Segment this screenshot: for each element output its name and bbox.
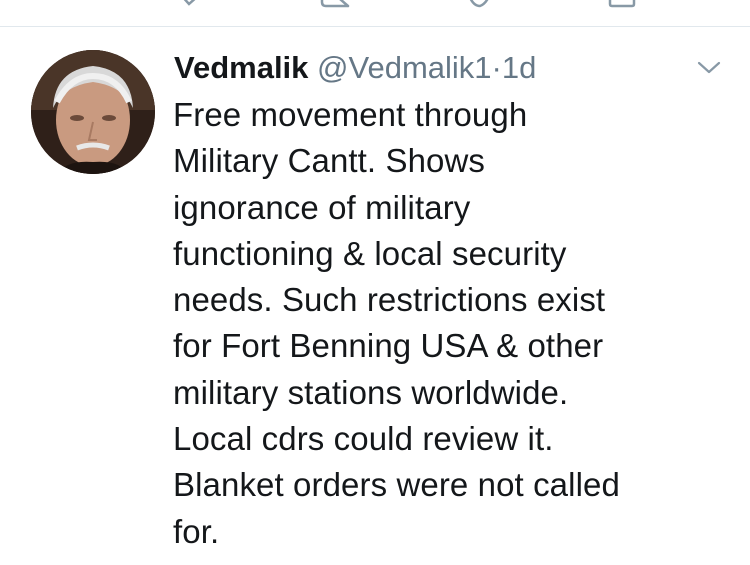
display-name[interactable]: Vedmalik [174,50,308,85]
timestamp[interactable]: 1d [502,50,536,85]
previous-tweet-action-bar [0,0,750,27]
like-icon[interactable] [466,0,492,15]
tweet-text: Free movement through Military Cantt. Sh… [173,96,620,550]
share-icon[interactable] [607,0,637,15]
separator-dot: · [491,50,502,85]
tweet-header: Vedmalik @Vedmalik1·1d [174,48,536,88]
chevron-down-icon[interactable] [696,57,722,77]
reply-icon[interactable] [176,0,202,15]
tweet[interactable]: Vedmalik @Vedmalik1·1d Free movement thr… [0,27,750,565]
avatar[interactable] [31,50,155,174]
retweet-icon[interactable] [318,0,358,17]
user-handle[interactable]: @Vedmalik1 [317,50,492,85]
